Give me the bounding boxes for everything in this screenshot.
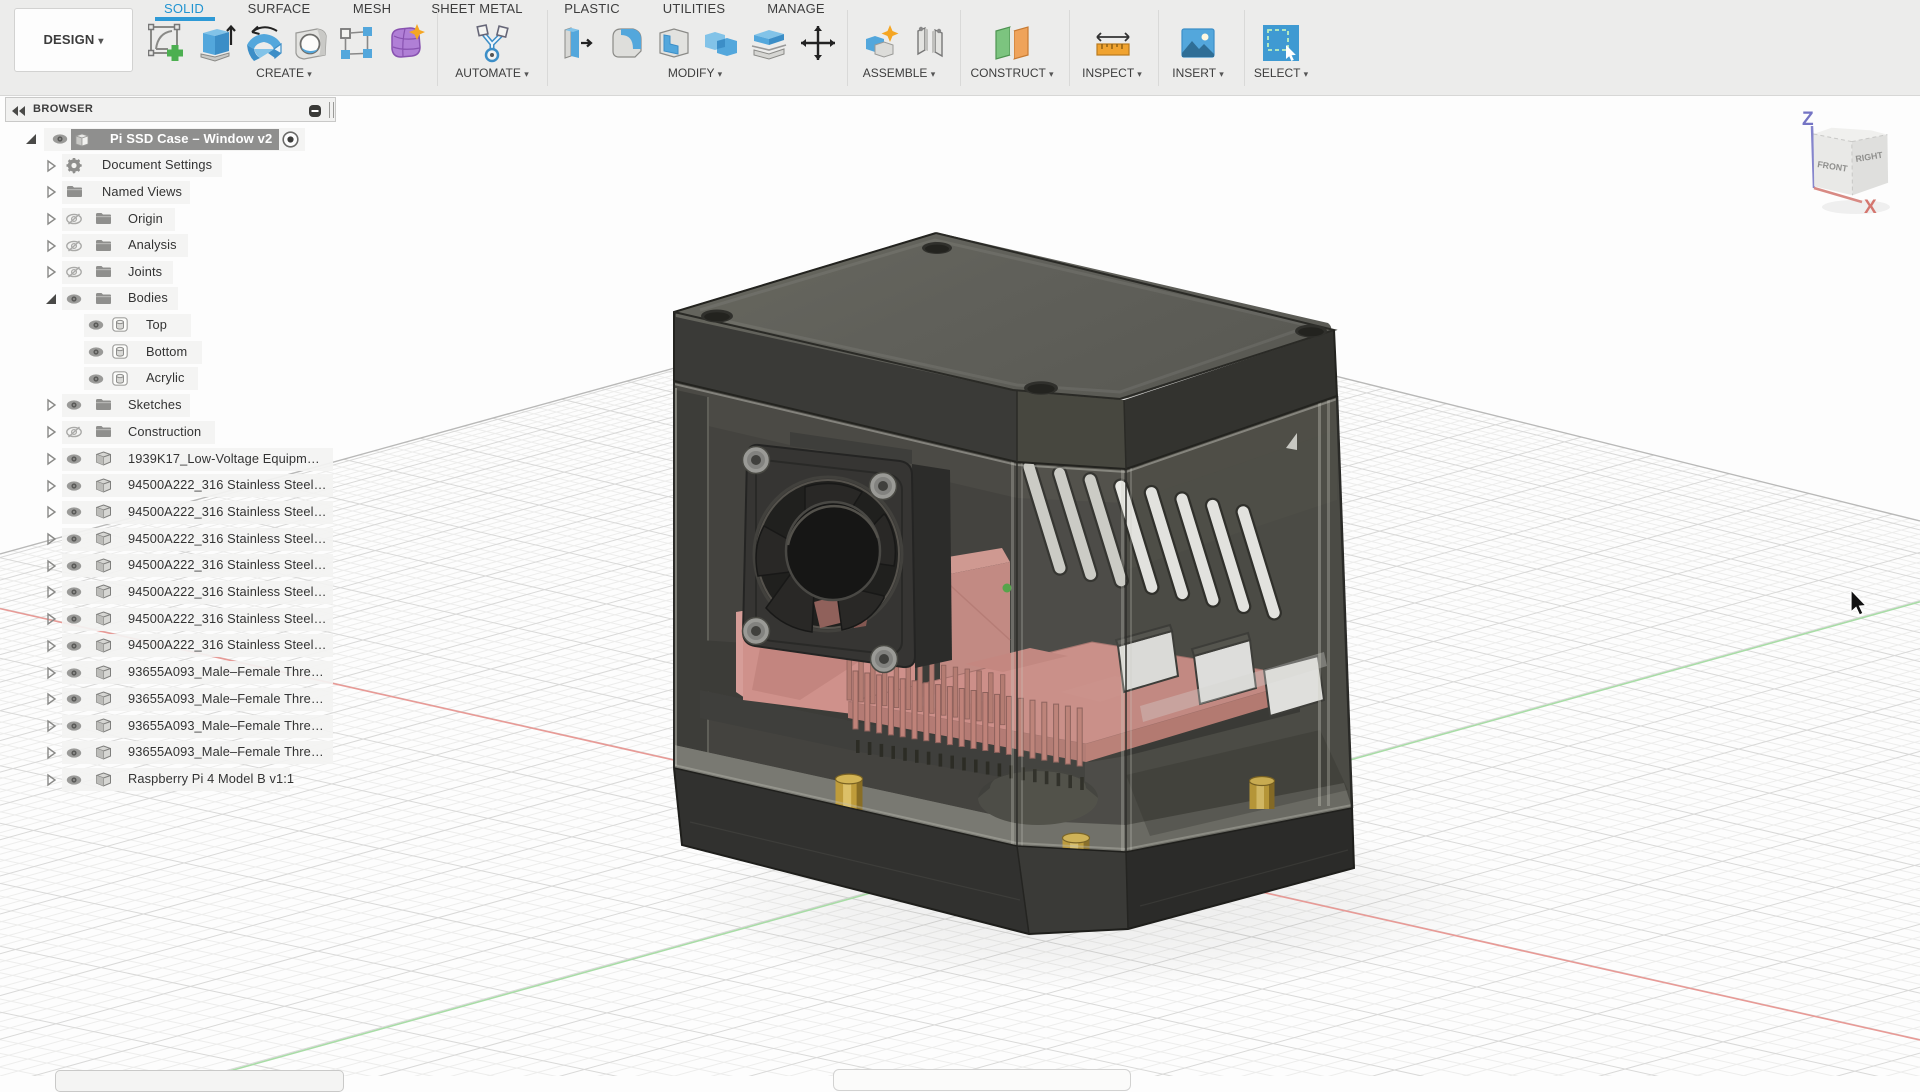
svg-text:Z: Z — [1802, 109, 1814, 130]
svg-text:X: X — [1864, 197, 1877, 218]
